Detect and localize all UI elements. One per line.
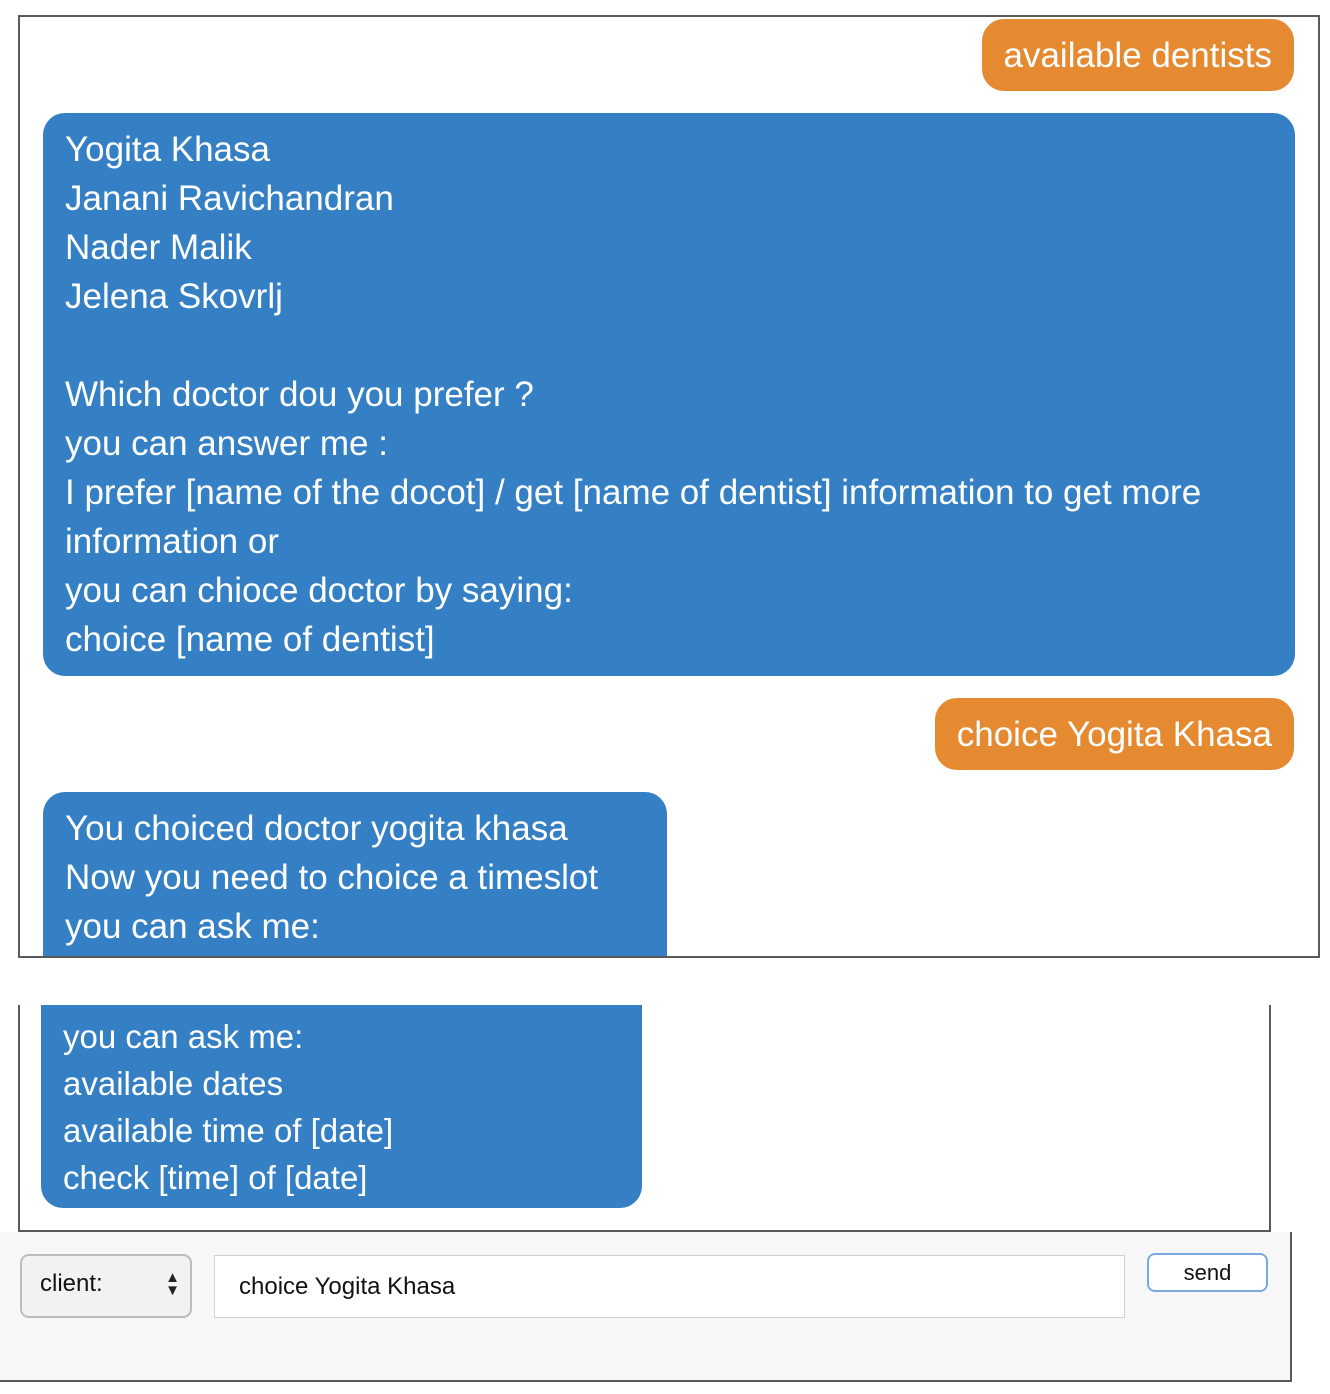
message-input[interactable] (214, 1255, 1125, 1318)
bot-message-bubble: you can ask me: available dates availabl… (41, 1005, 642, 1208)
chat-panel-bottom: you can ask me: available dates availabl… (18, 1005, 1271, 1232)
message-form: client: ▲▼ send (0, 1232, 1292, 1382)
screenshot-gap (0, 958, 1330, 1005)
bot-message-bubble: Yogita Khasa Janani Ravichandran Nader M… (43, 113, 1295, 676)
role-select-value: client: (40, 1270, 103, 1297)
role-select[interactable]: client: ▲ ▼ (20, 1254, 192, 1318)
send-button[interactable]: send (1147, 1253, 1268, 1292)
chat-panel-top: available dentists Yogita Khasa Janani R… (18, 15, 1320, 958)
bot-message-bubble: You choiced doctor yogita khasa Now you … (43, 792, 667, 956)
user-message-bubble: available dentists (981, 19, 1294, 91)
user-message-bubble: choice Yogita Khasa (934, 698, 1294, 770)
select-arrows-icon: ▲ ▼ (165, 1269, 180, 1299)
